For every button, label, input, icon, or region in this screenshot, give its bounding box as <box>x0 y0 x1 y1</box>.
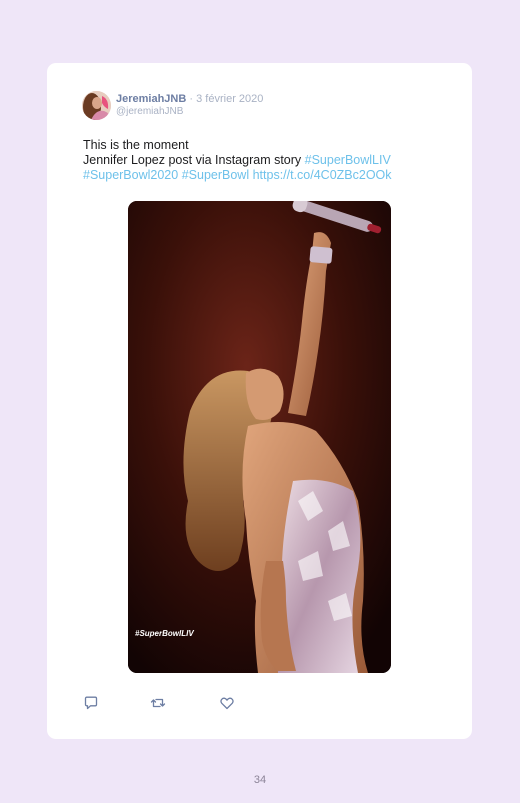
hashtag-superbowl[interactable]: #SuperBowl <box>182 168 249 182</box>
page-number: 34 <box>253 774 267 786</box>
hashtag-superbowlliv[interactable]: #SuperBowlLIV <box>305 153 391 167</box>
retweet-button[interactable] <box>150 695 166 711</box>
tweet-text-line3: #SuperBowl2020 #SuperBowl https://t.co/4… <box>83 168 453 183</box>
heart-icon <box>220 697 234 710</box>
reply-button[interactable] <box>83 695 99 711</box>
author-name[interactable]: JeremiahJNB <box>116 93 186 105</box>
author-date-separator: · <box>189 93 194 105</box>
page: JeremiahJNB · 3 février 2020 @jeremiahJN… <box>0 0 520 803</box>
tweet-text: This is the moment Jennifer Lopez post v… <box>83 138 453 183</box>
tweet-card: JeremiahJNB · 3 février 2020 @jeremiahJN… <box>47 63 472 739</box>
tweet-text-line2-prefix: Jennifer Lopez post via Instagram story <box>83 153 305 167</box>
reply-icon <box>84 696 98 710</box>
tweet-media[interactable]: #SuperBowlLIV <box>128 201 391 673</box>
avatar[interactable] <box>82 91 111 120</box>
media-caption: #SuperBowlLIV <box>135 629 194 638</box>
tweet-date[interactable]: 3 février 2020 <box>196 93 263 105</box>
avatar-image <box>82 91 111 120</box>
author-line: JeremiahJNB · 3 février 2020 <box>116 93 263 106</box>
media-photo <box>128 201 391 673</box>
like-button[interactable] <box>219 695 235 711</box>
tweet-text-line2: Jennifer Lopez post via Instagram story … <box>83 153 453 168</box>
author-handle[interactable]: @jeremiahJNB <box>116 106 183 118</box>
retweet-icon <box>150 698 166 708</box>
tweet-link[interactable]: https://t.co/4C0ZBc2OOk <box>253 168 392 182</box>
tweet-text-line1: This is the moment <box>83 138 189 152</box>
hashtag-superbowl2020[interactable]: #SuperBowl2020 <box>83 168 178 182</box>
